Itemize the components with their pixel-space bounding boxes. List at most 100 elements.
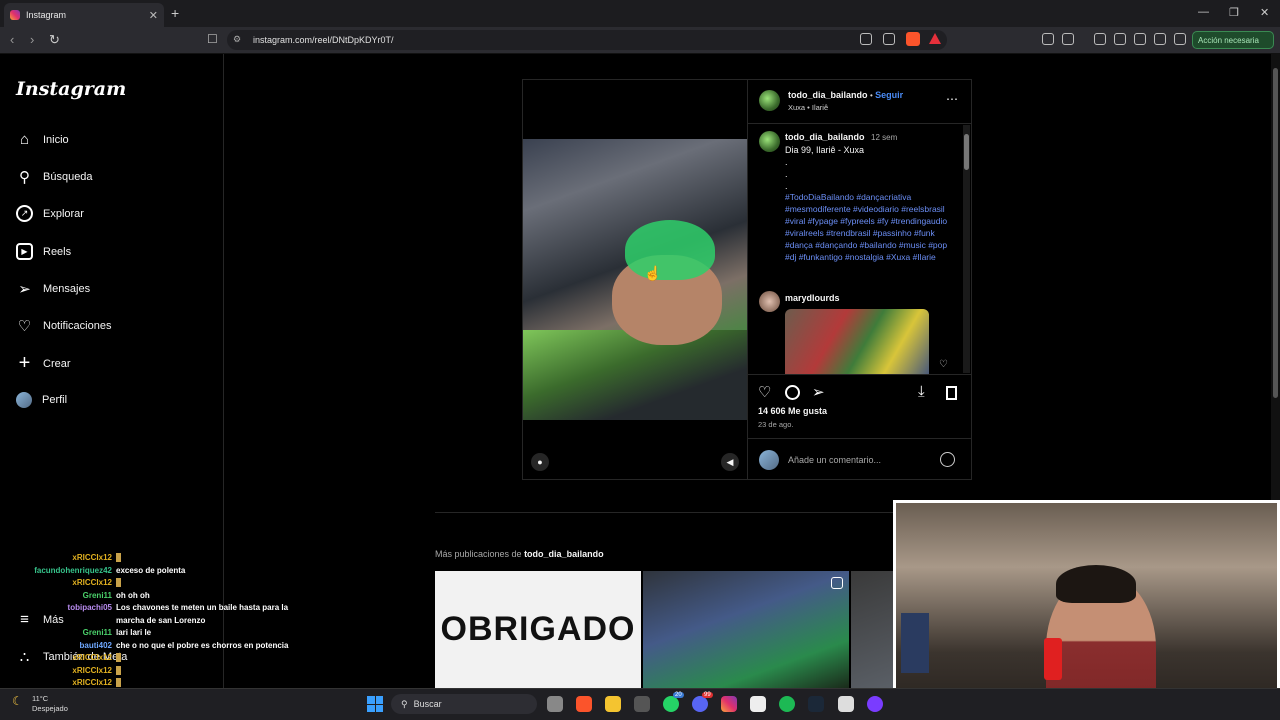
page-scrollbar-thumb[interactable] bbox=[1273, 68, 1278, 398]
monitor bbox=[901, 613, 929, 673]
music-icon[interactable] bbox=[1094, 33, 1106, 45]
discord-icon[interactable] bbox=[692, 696, 708, 712]
leo-icon[interactable] bbox=[1154, 33, 1166, 45]
app-icon[interactable] bbox=[867, 696, 883, 712]
cast-icon[interactable] bbox=[860, 33, 872, 45]
download-icon[interactable]: ⤓ bbox=[918, 383, 925, 400]
save-icon[interactable] bbox=[946, 386, 957, 400]
microphone bbox=[1044, 638, 1062, 680]
store-icon[interactable] bbox=[634, 696, 650, 712]
tagged-user-icon[interactable]: ● bbox=[531, 453, 549, 471]
close-window-button[interactable]: ✕ bbox=[1260, 6, 1269, 19]
sidebar-item-reels[interactable]: ▶ Reels bbox=[16, 243, 71, 260]
chat-username[interactable]: bauti402 bbox=[32, 640, 112, 653]
reel-icon bbox=[831, 577, 843, 589]
tabs-icon[interactable] bbox=[1134, 33, 1146, 45]
like-count[interactable]: 14 606 Me gusta bbox=[758, 406, 827, 416]
chat-username[interactable]: xRICCIx12 bbox=[32, 652, 112, 665]
notion-alt-icon[interactable] bbox=[838, 696, 854, 712]
sidebar-item-notificaciones[interactable]: ♡ Notificaciones bbox=[16, 317, 112, 335]
brave-shields-icon[interactable] bbox=[906, 32, 920, 46]
weather-widget[interactable]: ☾ 11°C Despejado bbox=[12, 694, 68, 714]
chat-username[interactable]: xRICCIx12 bbox=[32, 552, 112, 565]
bookmark-icon[interactable]: ☐ bbox=[207, 32, 218, 46]
follow-button[interactable]: Seguir bbox=[875, 90, 903, 100]
chat-username[interactable]: Greni11 bbox=[32, 590, 112, 603]
whatsapp-badge: 20 bbox=[673, 692, 684, 698]
steam-icon[interactable] bbox=[808, 696, 824, 712]
commenter-avatar[interactable] bbox=[759, 291, 780, 312]
chat-username[interactable]: xRICCIx12 bbox=[32, 577, 112, 590]
caption-avatar[interactable] bbox=[759, 131, 780, 152]
comment-icon[interactable] bbox=[785, 385, 800, 400]
sidebar-item-perfil[interactable]: Perfil bbox=[16, 392, 67, 408]
grid-post[interactable] bbox=[851, 571, 893, 688]
hashtags[interactable]: #TodoDiaBailando #dançacriativa #mesmodi… bbox=[785, 191, 955, 263]
comment-input[interactable]: Añade un comentario... bbox=[788, 455, 881, 465]
like-icon[interactable]: ♡ bbox=[758, 383, 771, 401]
vpn-icon[interactable] bbox=[1174, 33, 1186, 45]
emoji-icon[interactable] bbox=[940, 452, 955, 467]
comment-like-icon[interactable]: ♡ bbox=[939, 359, 948, 370]
sidebar-item-busqueda[interactable]: ⚲ Búsqueda bbox=[16, 168, 93, 186]
author-avatar[interactable] bbox=[759, 90, 780, 111]
windows-start-icon[interactable] bbox=[367, 696, 383, 712]
maximize-button[interactable]: ❐ bbox=[1229, 6, 1239, 19]
more-options-icon[interactable]: ⋯ bbox=[946, 92, 958, 106]
sidebar-item-inicio[interactable]: ⌂ Inicio bbox=[16, 131, 69, 148]
chat-username[interactable]: tobipachi05 bbox=[32, 602, 112, 615]
sidebar-item-crear[interactable]: + Crear bbox=[16, 352, 71, 374]
caption-header: todo_dia_bailando 12 sem bbox=[785, 132, 897, 142]
chat-text: lari lari le bbox=[116, 628, 152, 637]
hand-cursor-icon: ☝ bbox=[644, 265, 662, 281]
site-settings-icon[interactable]: ⚙ bbox=[233, 34, 241, 45]
task-view-icon[interactable] bbox=[547, 696, 563, 712]
sidebar-toggle-icon[interactable] bbox=[1114, 33, 1126, 45]
share-post-icon[interactable]: ➢ bbox=[812, 383, 825, 401]
grid-post[interactable]: OBRIGADO bbox=[435, 571, 641, 688]
avatar-icon bbox=[16, 392, 32, 408]
grid-post[interactable] bbox=[643, 571, 849, 688]
caption-dot: . bbox=[785, 181, 788, 191]
video-frame-shirt bbox=[523, 330, 747, 420]
back-icon[interactable]: ‹ bbox=[10, 32, 14, 47]
notion-icon[interactable] bbox=[750, 696, 766, 712]
minimize-button[interactable]: — bbox=[1198, 6, 1209, 18]
author-name[interactable]: todo_dia_bailando bbox=[788, 90, 868, 100]
action-needed-button[interactable]: Acción necesaria bbox=[1192, 31, 1274, 49]
more-posts-user[interactable]: todo_dia_bailando bbox=[524, 549, 604, 559]
instagram-logo[interactable]: Instagram bbox=[16, 78, 126, 100]
chat-username[interactable]: facundohenriquez42 bbox=[32, 565, 112, 578]
brave-rewards-icon[interactable] bbox=[929, 33, 941, 44]
discord-badge: 99 bbox=[702, 692, 713, 698]
file-explorer-icon[interactable] bbox=[605, 696, 621, 712]
tab-close-icon[interactable]: ✕ bbox=[149, 9, 158, 22]
instagram-taskbar-icon[interactable] bbox=[721, 696, 737, 712]
volume-icon[interactable]: ◀ bbox=[721, 453, 739, 471]
share-icon[interactable] bbox=[883, 33, 895, 45]
browser-tab[interactable]: Instagram ✕ bbox=[4, 3, 164, 27]
address-bar[interactable]: instagram.com/reel/DNtDpKDYr0T/ bbox=[227, 30, 947, 50]
taskbar-search[interactable]: ⚲ Buscar bbox=[391, 694, 537, 714]
chat-emote-icon bbox=[116, 678, 121, 688]
wallet-icon[interactable] bbox=[1062, 33, 1074, 45]
meta-icon: ∴ bbox=[19, 648, 30, 666]
sidebar-item-explorar[interactable]: ↗ Explorar bbox=[16, 205, 84, 222]
sidebar-item-mensajes[interactable]: ➢ Mensajes bbox=[16, 280, 90, 298]
new-tab-button[interactable]: + bbox=[171, 5, 179, 21]
extensions-icon[interactable] bbox=[1042, 33, 1054, 45]
chat-username[interactable]: xRICCIx12 bbox=[32, 665, 112, 678]
scrollbar-thumb[interactable] bbox=[964, 134, 969, 170]
spotify-icon[interactable] bbox=[779, 696, 795, 712]
comment-image[interactable] bbox=[785, 309, 929, 374]
chat-message: Greni11 oh oh oh bbox=[32, 590, 150, 603]
reload-icon[interactable]: ↻ bbox=[49, 32, 60, 48]
chat-username[interactable]: Greni11 bbox=[32, 627, 112, 640]
forward-icon[interactable]: › bbox=[30, 32, 34, 47]
audio-label[interactable]: Xuxa • Ilariê bbox=[788, 103, 828, 112]
commenter-name[interactable]: marydlourds bbox=[785, 293, 840, 303]
sidebar-item-label: Reels bbox=[43, 245, 72, 258]
caption-author[interactable]: todo_dia_bailando bbox=[785, 132, 865, 142]
brave-taskbar-icon[interactable] bbox=[576, 696, 592, 712]
whatsapp-icon[interactable] bbox=[663, 696, 679, 712]
